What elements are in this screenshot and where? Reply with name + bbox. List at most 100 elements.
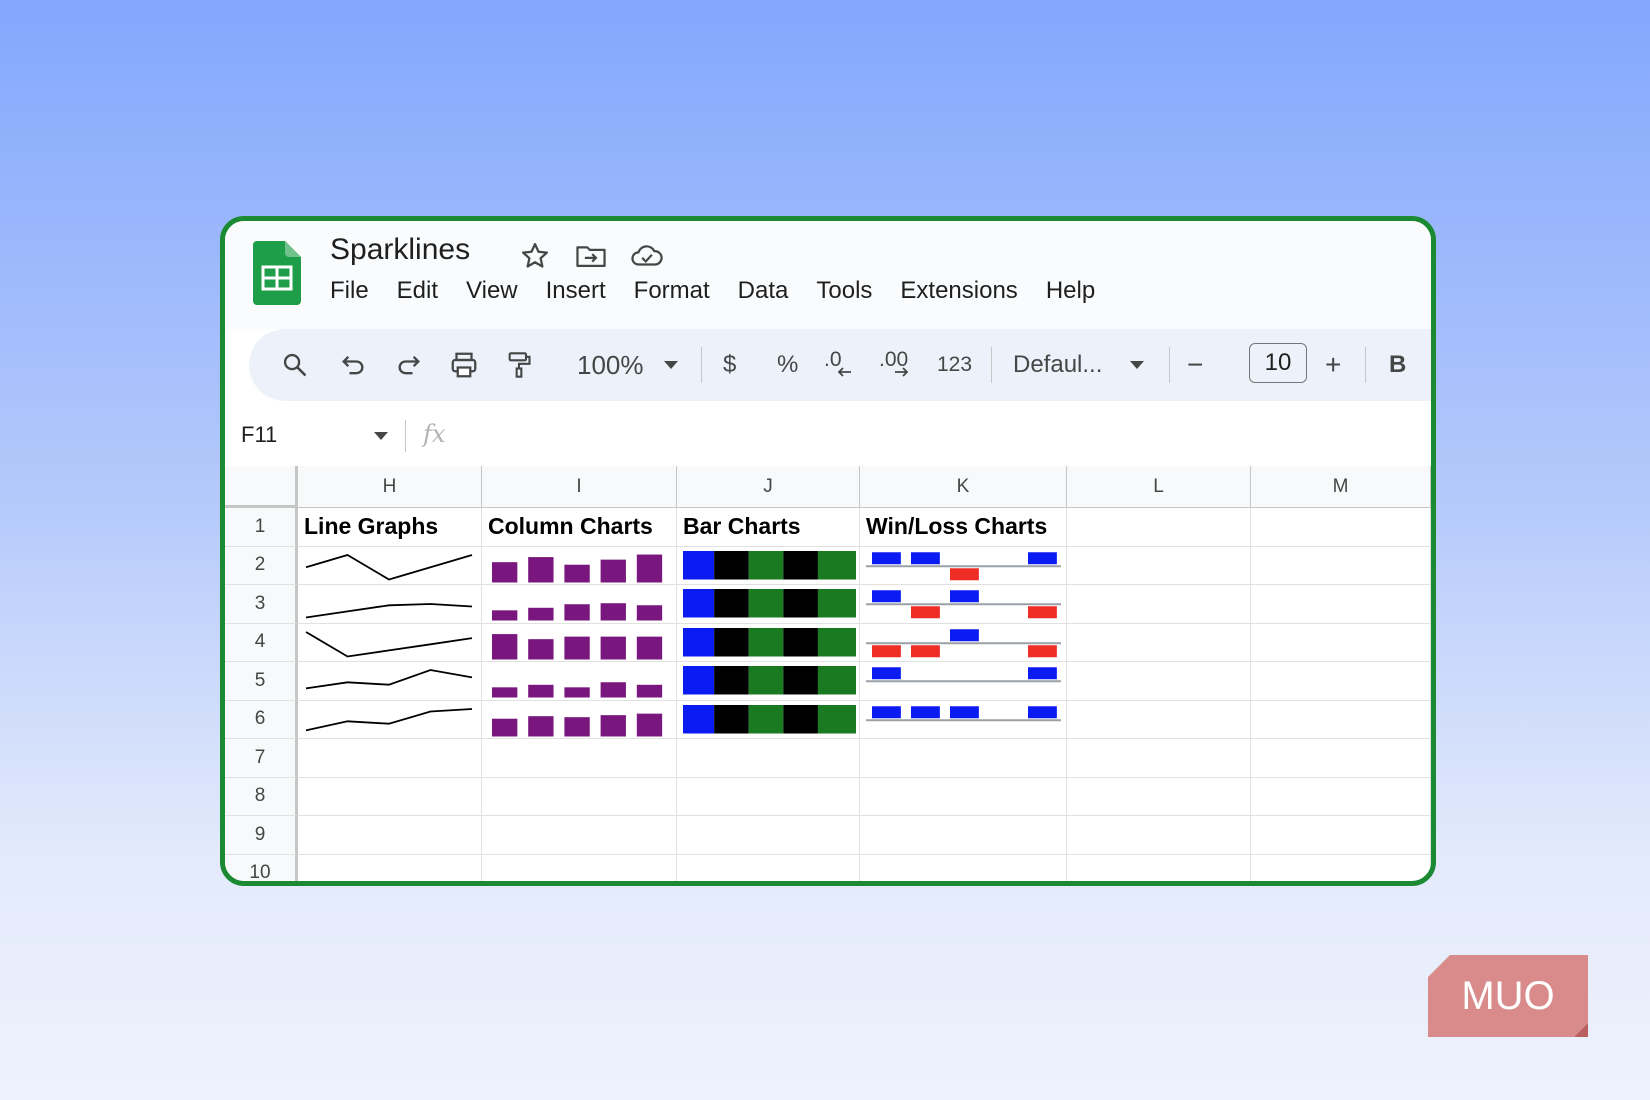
formula-input[interactable]	[465, 420, 1425, 452]
cell-j7[interactable]	[677, 739, 860, 778]
cell-l2[interactable]	[1067, 546, 1251, 585]
document-title[interactable]: Sparklines	[330, 233, 470, 267]
name-box[interactable]: F11	[241, 422, 277, 448]
menu-file[interactable]: File	[330, 277, 369, 305]
row-header[interactable]: 3	[225, 585, 298, 624]
row-header[interactable]: 1	[225, 508, 298, 547]
select-all-corner[interactable]	[225, 466, 298, 508]
menu-tools[interactable]: Tools	[816, 277, 872, 305]
cell-m9[interactable]	[1251, 816, 1431, 855]
paint-format-icon[interactable]	[505, 329, 533, 401]
search-icon[interactable]	[281, 329, 309, 401]
cell-l3[interactable]	[1067, 585, 1251, 624]
menu-edit[interactable]: Edit	[397, 277, 438, 305]
cell-j8[interactable]	[677, 777, 860, 816]
cell-l9[interactable]	[1067, 816, 1251, 855]
cell-h7[interactable]	[298, 739, 482, 778]
cell-i4[interactable]	[482, 623, 677, 662]
row-header[interactable]: 7	[225, 739, 298, 778]
cell-h6[interactable]	[298, 700, 482, 739]
cell-h5[interactable]	[298, 662, 482, 701]
chevron-down-icon[interactable]	[373, 431, 389, 441]
column-header-i[interactable]: I	[482, 466, 677, 508]
undo-icon[interactable]	[339, 329, 367, 401]
redo-icon[interactable]	[395, 329, 423, 401]
menu-extensions[interactable]: Extensions	[900, 277, 1017, 305]
column-header-k[interactable]: K	[860, 466, 1067, 508]
cell-j2[interactable]	[677, 546, 860, 585]
menu-format[interactable]: Format	[634, 277, 710, 305]
decrease-font-size-button[interactable]: −	[1187, 329, 1203, 401]
cell-l8[interactable]	[1067, 777, 1251, 816]
cell-l5[interactable]	[1067, 662, 1251, 701]
font-size-input[interactable]: 10	[1249, 343, 1307, 383]
cell-h4[interactable]	[298, 623, 482, 662]
cell-k2[interactable]	[860, 546, 1067, 585]
row-header[interactable]: 2	[225, 546, 298, 585]
increase-decimal-button[interactable]: .00	[879, 329, 910, 401]
cell-i7[interactable]	[482, 739, 677, 778]
cell-j1[interactable]: Bar Charts	[677, 508, 860, 547]
cell-m2[interactable]	[1251, 546, 1431, 585]
cell-h3[interactable]	[298, 585, 482, 624]
cell-m6[interactable]	[1251, 700, 1431, 739]
cell-h1[interactable]: Line Graphs	[298, 508, 482, 547]
row-header[interactable]: 8	[225, 777, 298, 816]
menu-data[interactable]: Data	[738, 277, 789, 305]
column-header-h[interactable]: H	[298, 466, 482, 508]
row-header[interactable]: 5	[225, 662, 298, 701]
row-header[interactable]: 4	[225, 623, 298, 662]
cell-h10[interactable]	[298, 854, 482, 881]
cell-j3[interactable]	[677, 585, 860, 624]
cell-m4[interactable]	[1251, 623, 1431, 662]
cell-j9[interactable]	[677, 816, 860, 855]
row-header[interactable]: 9	[225, 816, 298, 855]
cell-h8[interactable]	[298, 777, 482, 816]
cell-i10[interactable]	[482, 854, 677, 881]
cell-k5[interactable]	[860, 662, 1067, 701]
cell-k7[interactable]	[860, 739, 1067, 778]
move-folder-icon[interactable]	[575, 241, 607, 271]
cell-h9[interactable]	[298, 816, 482, 855]
cell-l4[interactable]	[1067, 623, 1251, 662]
column-header-j[interactable]: J	[677, 466, 860, 508]
sheets-logo-icon[interactable]	[253, 241, 301, 305]
cell-l10[interactable]	[1067, 854, 1251, 881]
bold-button[interactable]: B	[1389, 329, 1406, 401]
cloud-saved-icon[interactable]	[630, 241, 664, 271]
row-header[interactable]: 10	[225, 854, 298, 881]
cell-k3[interactable]	[860, 585, 1067, 624]
menu-insert[interactable]: Insert	[546, 277, 606, 305]
cell-j5[interactable]	[677, 662, 860, 701]
cell-k8[interactable]	[860, 777, 1067, 816]
cell-m3[interactable]	[1251, 585, 1431, 624]
print-icon[interactable]	[449, 329, 479, 401]
column-header-m[interactable]: M	[1251, 466, 1431, 508]
cell-l6[interactable]	[1067, 700, 1251, 739]
cell-i8[interactable]	[482, 777, 677, 816]
currency-format-button[interactable]: $	[723, 329, 736, 401]
menu-help[interactable]: Help	[1046, 277, 1095, 305]
menu-view[interactable]: View	[466, 277, 518, 305]
chevron-down-icon[interactable]	[663, 329, 679, 401]
cell-m1[interactable]	[1251, 508, 1431, 547]
cell-k4[interactable]	[860, 623, 1067, 662]
cell-m8[interactable]	[1251, 777, 1431, 816]
more-formats-button[interactable]: 123	[937, 329, 972, 401]
cell-k6[interactable]	[860, 700, 1067, 739]
cell-k1[interactable]: Win/Loss Charts	[860, 508, 1067, 547]
cell-k9[interactable]	[860, 816, 1067, 855]
cell-j6[interactable]	[677, 700, 860, 739]
font-family-select[interactable]: Defaul...	[1013, 329, 1102, 401]
decrease-decimal-button[interactable]: .0	[824, 329, 852, 401]
cell-i6[interactable]	[482, 700, 677, 739]
cell-m7[interactable]	[1251, 739, 1431, 778]
zoom-select[interactable]: 100%	[577, 329, 644, 401]
chevron-down-icon[interactable]	[1129, 329, 1145, 401]
cell-j10[interactable]	[677, 854, 860, 881]
cell-j4[interactable]	[677, 623, 860, 662]
cell-i2[interactable]	[482, 546, 677, 585]
cell-i5[interactable]	[482, 662, 677, 701]
cell-i3[interactable]	[482, 585, 677, 624]
cell-l1[interactable]	[1067, 508, 1251, 547]
